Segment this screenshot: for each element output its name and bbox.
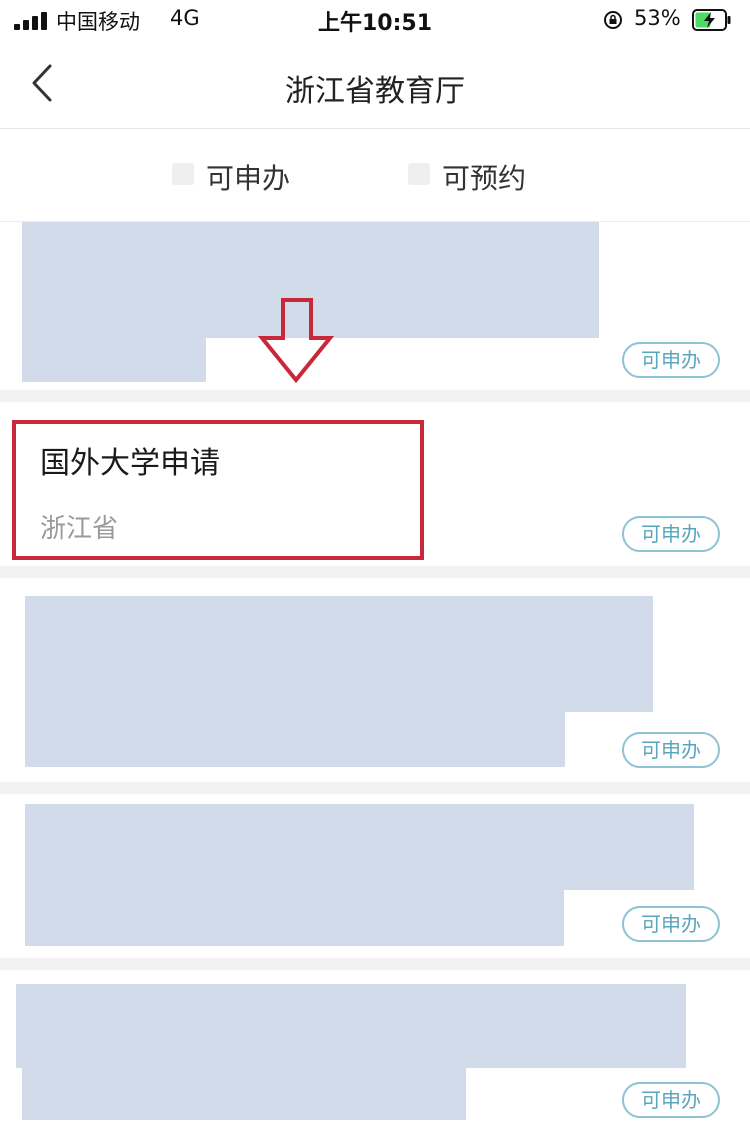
divider xyxy=(0,390,750,402)
status-badge: 可申办 xyxy=(622,516,720,552)
checkbox-icon[interactable] xyxy=(408,163,430,185)
status-badge: 可申办 xyxy=(622,1082,720,1118)
filter-can-apply[interactable]: 可申办 xyxy=(172,157,312,195)
redacted-block xyxy=(25,596,653,712)
redacted-block xyxy=(25,804,694,890)
rotation-lock-icon xyxy=(604,11,622,29)
redacted-block xyxy=(25,712,565,767)
navigation-bar: 浙江省教育厅 xyxy=(0,40,750,129)
filter-label: 可预约 xyxy=(442,162,527,195)
divider xyxy=(0,566,750,578)
list-item[interactable]: 可申办 xyxy=(0,970,750,1136)
list-item[interactable]: 国外大学申请 浙江省 可申办 xyxy=(0,402,750,566)
redacted-block xyxy=(22,338,206,382)
battery-charging-icon xyxy=(692,9,731,31)
down-arrow-annotation-icon xyxy=(258,298,334,384)
filter-bar: 可申办 可预约 xyxy=(0,129,750,222)
status-badge: 可申办 xyxy=(622,732,720,768)
filter-label: 可申办 xyxy=(206,162,291,195)
redacted-block xyxy=(16,984,686,1068)
status-badge: 可申办 xyxy=(622,906,720,942)
filter-can-book[interactable]: 可预约 xyxy=(408,157,548,195)
list-item[interactable]: 可申办 xyxy=(0,222,750,390)
status-badge: 可申办 xyxy=(622,342,720,378)
item-region: 浙江省 xyxy=(40,514,119,544)
battery-percent: 53% xyxy=(634,6,681,30)
status-bar: 中国移动 4G 上午10:51 53% xyxy=(0,0,750,40)
divider xyxy=(0,782,750,794)
item-title: 国外大学申请 xyxy=(40,446,220,481)
redacted-block xyxy=(22,1068,466,1120)
list-item[interactable]: 可申办 xyxy=(0,578,750,782)
checkbox-icon[interactable] xyxy=(172,163,194,185)
list-item[interactable]: 可申办 xyxy=(0,794,750,958)
divider xyxy=(0,958,750,970)
redacted-block xyxy=(25,890,564,946)
page-title: 浙江省教育厅 xyxy=(285,74,465,109)
